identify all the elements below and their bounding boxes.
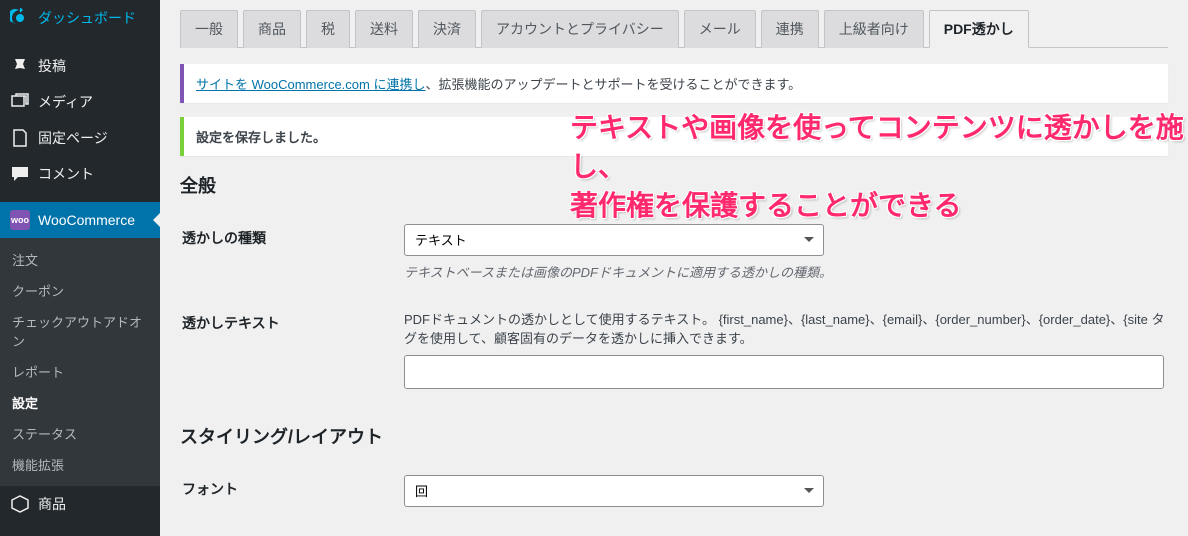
submenu-settings[interactable]: 設定 (0, 387, 160, 418)
sidebar-item-woocommerce[interactable]: woo WooCommerce (0, 202, 160, 238)
watermark-type-desc: テキストベースまたは画像のPDFドキュメントに適用する透かしの種類。 (404, 262, 1166, 281)
connect-text: 、拡張機能のアップデートとサポートを受けることができます。 (425, 77, 801, 92)
sidebar-item-comments[interactable]: コメント (0, 156, 160, 192)
watermark-type-select[interactable]: テキスト (404, 224, 824, 256)
sidebar-label: 固定ページ (38, 128, 108, 148)
font-label: フォント (182, 465, 402, 523)
sidebar-label: コメント (38, 164, 94, 184)
tab-accounts[interactable]: アカウントとプライバシー (481, 10, 679, 48)
submenu-reports[interactable]: レポート (0, 356, 160, 387)
sidebar-item-posts[interactable]: 投稿 (0, 48, 160, 84)
admin-sidebar: ダッシュボード 投稿 メディア 固定ページ コメント woo WooCommer… (0, 0, 160, 536)
page-icon (10, 128, 30, 148)
pin-icon (10, 56, 30, 76)
saved-notice: 設定を保存しました。 (180, 117, 1168, 156)
submenu-status[interactable]: ステータス (0, 418, 160, 449)
connect-link[interactable]: サイトを WooCommerce.com に連携し (196, 77, 425, 92)
section-styling-heading: スタイリング/レイアウト (180, 423, 1168, 449)
tab-general[interactable]: 一般 (180, 10, 238, 48)
tab-shipping[interactable]: 送料 (355, 10, 413, 48)
sidebar-label: WooCommerce (38, 212, 135, 228)
tab-tax[interactable]: 税 (306, 10, 350, 48)
comment-icon (10, 164, 30, 184)
watermark-type-label: 透かしの種類 (182, 214, 402, 297)
section-general-heading: 全般 (180, 172, 1168, 198)
sidebar-label: 商品 (38, 494, 66, 514)
styling-form-table: フォント 回 (180, 463, 1168, 525)
dashboard-icon (10, 8, 30, 28)
sidebar-item-pages[interactable]: 固定ページ (0, 120, 160, 156)
tab-products[interactable]: 商品 (243, 10, 301, 48)
submenu-orders[interactable]: 注文 (0, 244, 160, 275)
connect-notice: サイトを WooCommerce.com に連携し、拡張機能のアップデートとサポ… (180, 64, 1168, 103)
submenu-extensions[interactable]: 機能拡張 (0, 449, 160, 480)
watermark-text-desc: PDFドキュメントの透かしとして使用するテキスト。 {first_name}、{… (404, 309, 1166, 347)
woocommerce-icon: woo (10, 210, 30, 230)
watermark-text-input[interactable] (404, 355, 1164, 389)
watermark-text-label: 透かしテキスト (182, 299, 402, 405)
products-icon (10, 494, 30, 514)
tab-emails[interactable]: メール (684, 10, 756, 48)
sidebar-label: 投稿 (38, 56, 66, 76)
woocommerce-submenu: 注文 クーポン チェックアウトアドオン レポート 設定 ステータス 機能拡張 (0, 238, 160, 486)
sidebar-item-products[interactable]: 商品 (0, 486, 160, 522)
settings-tabs: 一般 商品 税 送料 決済 アカウントとプライバシー メール 連携 上級者向け … (180, 10, 1168, 48)
tab-integration[interactable]: 連携 (761, 10, 819, 48)
main-content: 一般 商品 税 送料 決済 アカウントとプライバシー メール 連携 上級者向け … (160, 0, 1188, 536)
sidebar-item-media[interactable]: メディア (0, 84, 160, 120)
tab-advanced[interactable]: 上級者向け (824, 10, 924, 48)
submenu-coupons[interactable]: クーポン (0, 275, 160, 306)
sidebar-item-dashboard[interactable]: ダッシュボード (0, 0, 160, 36)
sidebar-label: ダッシュボード (38, 8, 136, 28)
general-form-table: 透かしの種類 テキスト テキストベースまたは画像のPDFドキュメントに適用する透… (180, 212, 1168, 407)
sidebar-item-appearance[interactable]: 外観 (0, 532, 160, 536)
submenu-checkout-addons[interactable]: チェックアウトアドオン (0, 306, 160, 356)
tab-payments[interactable]: 決済 (418, 10, 476, 48)
sidebar-label: メディア (38, 92, 93, 112)
media-icon (10, 92, 30, 112)
font-select[interactable]: 回 (404, 475, 824, 507)
tab-pdf-watermark[interactable]: PDF透かし (929, 10, 1029, 48)
